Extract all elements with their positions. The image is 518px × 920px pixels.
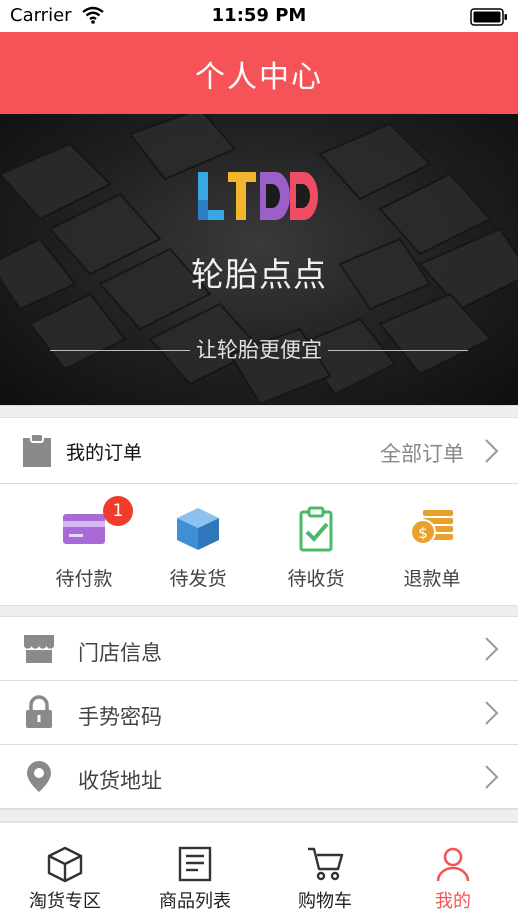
status-label: 退款单 [403, 568, 461, 590]
chevron-right-icon [485, 701, 499, 725]
status-pending-receipt[interactable]: 待收货 [266, 484, 366, 605]
menu-row-store-info[interactable]: 门店信息 [0, 617, 518, 681]
menu-label: 手势密码 [78, 705, 162, 729]
tab-clearance[interactable]: 淘货专区 [0, 823, 130, 920]
status-refund[interactable]: $ 退款单 [382, 484, 482, 605]
status-label: 待付款 [55, 568, 113, 590]
notification-badge: 1 [103, 496, 133, 526]
menu-row-shipping-address[interactable]: 收货地址 [0, 745, 518, 809]
list-icon [178, 846, 212, 882]
menu-label: 门店信息 [78, 641, 162, 665]
menu-row-gesture-password[interactable]: 手势密码 [0, 681, 518, 745]
menu-label: 收货地址 [78, 769, 162, 793]
status-label: 待发货 [169, 568, 227, 590]
banner: 轮胎点点 让轮胎更便宜 [0, 114, 518, 405]
section-gap [0, 809, 518, 822]
tab-me[interactable]: 我的 [388, 823, 518, 920]
section-gap [0, 405, 518, 418]
nav-bar: 个人中心 [0, 32, 518, 114]
lock-icon [26, 695, 52, 728]
cart-icon [308, 847, 344, 881]
all-orders-link[interactable]: 全部订单 [380, 438, 464, 468]
location-pin-icon [27, 761, 51, 792]
battery-icon [470, 8, 507, 26]
coins-icon: $ [410, 510, 453, 545]
tab-cart[interactable]: 购物车 [260, 823, 390, 920]
status-pending-shipment[interactable]: 待发货 [148, 484, 248, 605]
ltdd-logo [198, 172, 318, 220]
section-gap [0, 605, 518, 617]
tab-label: 我的 [435, 891, 471, 912]
chevron-right-icon [485, 439, 499, 463]
clock: 11:59 PM [211, 5, 307, 26]
status-label: 待收货 [287, 568, 345, 590]
tab-label: 淘货专区 [29, 891, 101, 912]
page-title: 个人中心 [195, 60, 323, 95]
chevron-right-icon [485, 765, 499, 789]
status-bar: Carrier 11:59 PM [0, 0, 518, 32]
chevron-right-icon [485, 637, 499, 661]
cube-icon [47, 846, 83, 883]
card-icon [63, 514, 105, 544]
store-icon [24, 635, 54, 663]
slogan: 让轮胎更便宜 [196, 338, 322, 362]
clipboard-icon [23, 433, 51, 467]
clipboard-check-icon [299, 506, 333, 552]
my-orders-row[interactable]: 我的订单 全部订单 [0, 418, 518, 484]
tab-label: 商品列表 [159, 891, 231, 912]
tab-product-list[interactable]: 商品列表 [130, 823, 260, 920]
box-icon [177, 508, 219, 550]
tab-bar: 淘货专区 商品列表 购物车 我的 [0, 822, 518, 920]
user-icon [436, 847, 470, 882]
svg-text:$: $ [418, 524, 428, 542]
tab-label: 购物车 [298, 891, 352, 912]
brand-name: 轮胎点点 [191, 255, 327, 294]
my-orders-title: 我的订单 [66, 442, 143, 464]
order-status-bar: 待付款 待发货 待收货 $ 退款单 [0, 484, 518, 605]
